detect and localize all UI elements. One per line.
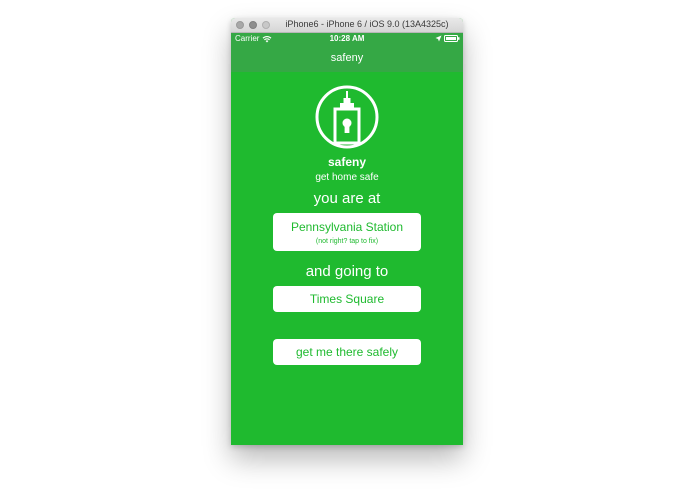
app-screen: Carrier 10:28 AM safeny safeny get home …: [231, 33, 463, 445]
get-me-there-button[interactable]: get me there safely: [273, 339, 421, 365]
status-bar: Carrier 10:28 AM: [231, 33, 463, 45]
navigation-bar: safeny: [231, 45, 463, 72]
origin-location-button[interactable]: Pennsylvania Station (not right? tap to …: [273, 213, 421, 251]
get-me-there-label: get me there safely: [295, 345, 399, 359]
window-titlebar[interactable]: iPhone6 - iPhone 6 / iOS 9.0 (13A4325c): [231, 18, 463, 33]
battery-icon: [444, 35, 460, 42]
window-title: iPhone6 - iPhone 6 / iOS 9.0 (13A4325c): [285, 19, 449, 29]
app-name: safeny: [327, 155, 367, 169]
destination-location-value: Times Square: [309, 292, 385, 306]
minimize-window-button[interactable]: [249, 21, 257, 29]
app-tagline: get home safe: [315, 172, 379, 183]
building-lock-icon: [315, 85, 379, 149]
close-window-button[interactable]: [236, 21, 244, 29]
destination-label: and going to: [305, 263, 389, 280]
location-arrow-icon: [435, 35, 442, 42]
origin-fix-hint: (not right? tap to fix): [315, 238, 379, 245]
zoom-window-button[interactable]: [262, 21, 270, 29]
destination-location-button[interactable]: Times Square: [273, 286, 421, 312]
origin-location-value: Pennsylvania Station: [290, 220, 404, 234]
simulator-window: iPhone6 - iPhone 6 / iOS 9.0 (13A4325c) …: [231, 18, 463, 445]
origin-label: you are at: [313, 190, 381, 207]
nav-title: safeny: [330, 52, 364, 64]
status-time: 10:28 AM: [329, 34, 365, 43]
